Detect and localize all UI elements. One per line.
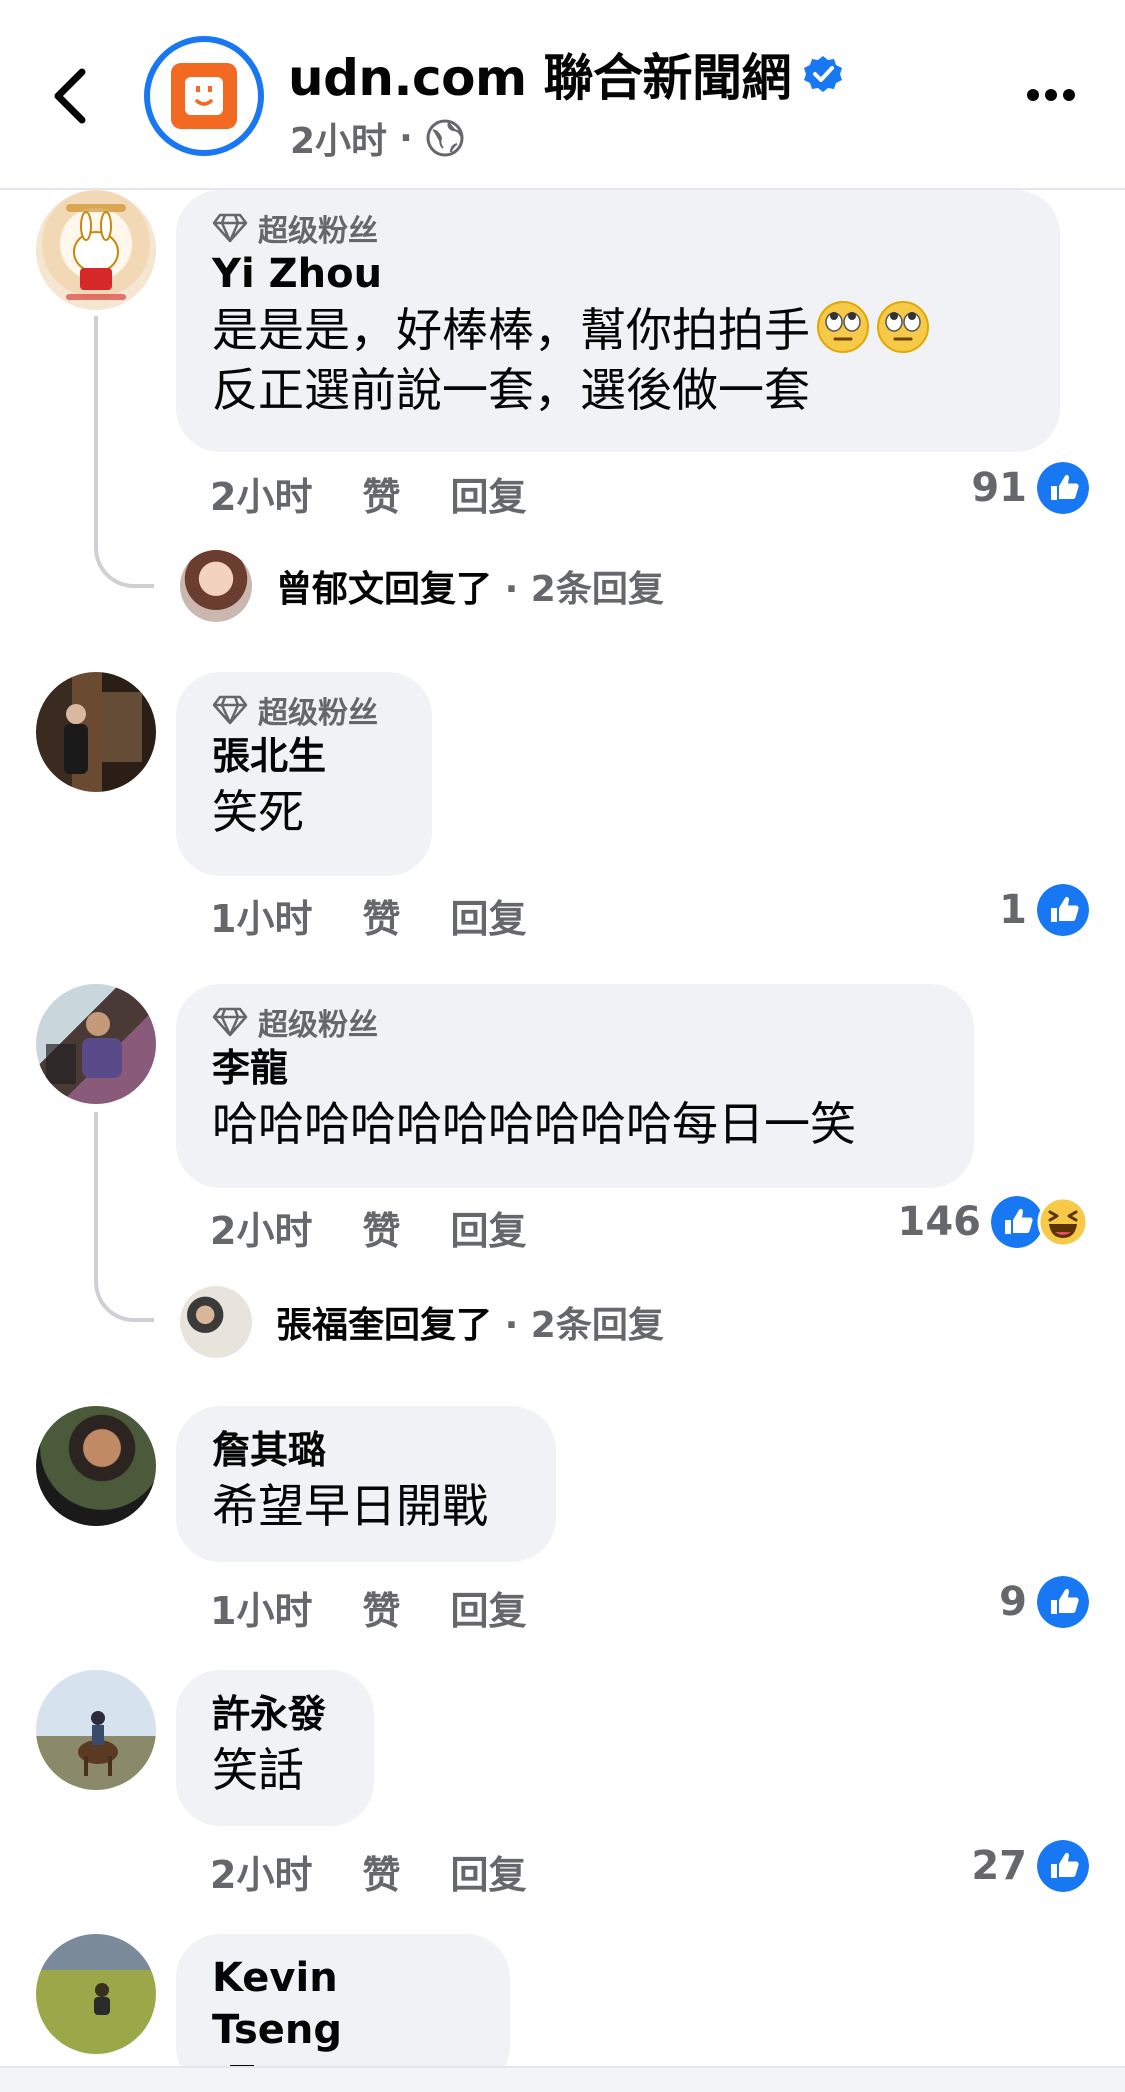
comment-bubble[interactable]: 超级粉丝 Yi Zhou 是是是，好棒棒，幫你拍拍手 反正選前說一套，選後做一套 <box>176 190 1060 452</box>
comment-bubble[interactable]: 詹其璐 希望早日開戰 <box>176 1406 556 1562</box>
eye-roll-emoji-icon <box>816 300 870 354</box>
comment-time: 2小时 <box>210 1209 313 1253</box>
meta-separator: · <box>399 117 413 159</box>
like-button[interactable]: 赞 <box>362 1580 400 1635</box>
view-replies[interactable]: 張福奎回复了 · 2条回复 <box>180 1286 664 1358</box>
like-button[interactable]: 赞 <box>362 1200 400 1255</box>
comment-text: 是是是，好棒棒，幫你拍拍手 <box>212 300 1024 360</box>
reaction-count: 146 <box>897 1199 982 1245</box>
reaction-count: 1 <box>999 887 1027 933</box>
replier-name: 張福奎回复了 <box>276 1305 493 1346</box>
reply-count: · 2条回复 <box>504 569 664 610</box>
comment-bubble[interactable]: 超级粉丝 張北生 笑死 <box>176 672 432 876</box>
comment-line: 是是是，好棒棒，幫你拍拍手 <box>212 303 810 357</box>
top-fan-badge: 超级粉丝 <box>212 1002 938 1043</box>
reaction-summary[interactable]: 91 <box>971 462 1089 514</box>
reaction-summary[interactable]: 146 <box>898 1196 1090 1248</box>
reply-button[interactable]: 回复 <box>450 888 526 943</box>
badge-label: 超级粉丝 <box>258 696 378 731</box>
verified-icon <box>803 56 842 92</box>
top-fan-badge: 超级粉丝 <box>212 208 1024 249</box>
haha-reaction-icon <box>1037 1196 1089 1248</box>
commenter-avatar[interactable] <box>36 672 156 792</box>
commenter-avatar[interactable] <box>36 190 156 310</box>
comment-bubble[interactable]: 許永發 笑話 <box>176 1670 374 1826</box>
more-icon[interactable] <box>1026 88 1076 102</box>
comment-time: 2小时 <box>210 1853 313 1897</box>
replier-avatar <box>180 550 252 622</box>
thread-line <box>94 1112 154 1322</box>
globe-icon <box>426 119 464 157</box>
comment-author[interactable]: 李龍 <box>212 1042 938 1094</box>
diamond-icon <box>212 694 248 726</box>
like-reaction-icon <box>991 1196 1043 1248</box>
reply-button[interactable]: 回复 <box>450 1200 526 1255</box>
comment-bubble[interactable]: 超级粉丝 李龍 哈哈哈哈哈哈哈哈哈哈每日一笑 <box>176 984 974 1188</box>
reaction-summary[interactable]: 27 <box>971 1840 1089 1892</box>
reaction-summary[interactable]: 9 <box>999 1576 1089 1628</box>
like-reaction-icon <box>1037 1840 1089 1892</box>
comment-actions: 1小时 赞 回复 <box>210 888 526 943</box>
eye-roll-emoji-icon <box>876 300 930 354</box>
view-replies[interactable]: 曾郁文回复了 · 2条回复 <box>180 550 664 622</box>
like-button[interactable]: 赞 <box>362 888 400 943</box>
commenter-avatar[interactable] <box>36 1406 156 1526</box>
comment-time: 1小时 <box>210 1589 313 1633</box>
diamond-icon <box>212 1006 248 1038</box>
commenter-avatar[interactable] <box>36 984 156 1104</box>
comment-line: 反正選前說一套，選後做一套 <box>212 363 810 417</box>
page-avatar[interactable] <box>144 36 264 156</box>
comment-time: 2小时 <box>210 475 313 519</box>
like-button[interactable]: 赞 <box>362 466 400 521</box>
like-reaction-icon <box>1037 884 1089 936</box>
comment-author[interactable]: 許永發 <box>212 1688 338 1740</box>
top-fan-badge: 超级粉丝 <box>212 690 396 731</box>
commenter-avatar[interactable] <box>36 1670 156 1790</box>
reaction-count: 27 <box>971 1843 1027 1889</box>
like-reaction-icon <box>1037 462 1089 514</box>
replier-name: 曾郁文回复了 <box>276 569 493 610</box>
udn-logo-icon <box>171 63 237 129</box>
post-time[interactable]: 2小时 <box>290 112 387 164</box>
people-photo-image <box>46 1012 122 1084</box>
commenter-avatar[interactable] <box>36 1934 156 2054</box>
person-in-library-image <box>64 692 142 774</box>
post-meta: 2小时 · <box>290 112 465 164</box>
reaction-count: 91 <box>971 465 1027 511</box>
comment-line: 笑死 <box>212 785 304 839</box>
comment-actions: 2小时 赞 回复 <box>210 1200 526 1255</box>
comment-author[interactable]: 詹其璐 <box>212 1424 520 1476</box>
comment-line: 笑話 <box>212 1743 304 1797</box>
comment-author[interactable]: Yi Zhou <box>212 248 1024 300</box>
thread-line <box>94 316 154 588</box>
comment-actions: 2小时 赞 回复 <box>210 466 526 521</box>
reaction-summary[interactable]: 1 <box>999 884 1089 936</box>
comment-author[interactable]: 張北生 <box>212 730 396 782</box>
back-icon[interactable] <box>50 68 90 124</box>
reply-button[interactable]: 回复 <box>450 466 526 521</box>
page-name-row: udn.com 聯合新聞網 <box>288 38 843 110</box>
composer-bar-edge <box>0 2066 1125 2092</box>
reaction-count: 9 <box>999 1579 1027 1625</box>
reply-count: · 2条回复 <box>504 1305 664 1346</box>
horse-rider-image <box>78 1711 118 1776</box>
like-button[interactable]: 赞 <box>362 1844 400 1899</box>
badge-label: 超级粉丝 <box>258 214 378 249</box>
reply-button[interactable]: 回复 <box>450 1580 526 1635</box>
comment-time: 1小时 <box>210 897 313 941</box>
comment-line: 哈哈哈哈哈哈哈哈哈哈每日一笑 <box>212 1097 856 1151</box>
diamond-icon <box>212 212 248 244</box>
rabbit-avatar-image <box>66 204 126 300</box>
post-header: udn.com 聯合新聞網 2小时 · <box>0 0 1125 190</box>
comment-author[interactable]: Kevin Tseng <box>212 1952 474 2056</box>
badge-label: 超级粉丝 <box>258 1008 378 1043</box>
comment-line: 希望早日開戰 <box>212 1479 488 1533</box>
replier-avatar <box>180 1286 252 1358</box>
like-reaction-icon <box>1037 1576 1089 1628</box>
reply-button[interactable]: 回复 <box>450 1844 526 1899</box>
page-name[interactable]: udn.com 聯合新聞網 <box>288 38 791 110</box>
comment-actions: 1小时 赞 回复 <box>210 1580 526 1635</box>
field-person-image <box>94 1983 110 2015</box>
comment-actions: 2小时 赞 回复 <box>210 1844 526 1899</box>
